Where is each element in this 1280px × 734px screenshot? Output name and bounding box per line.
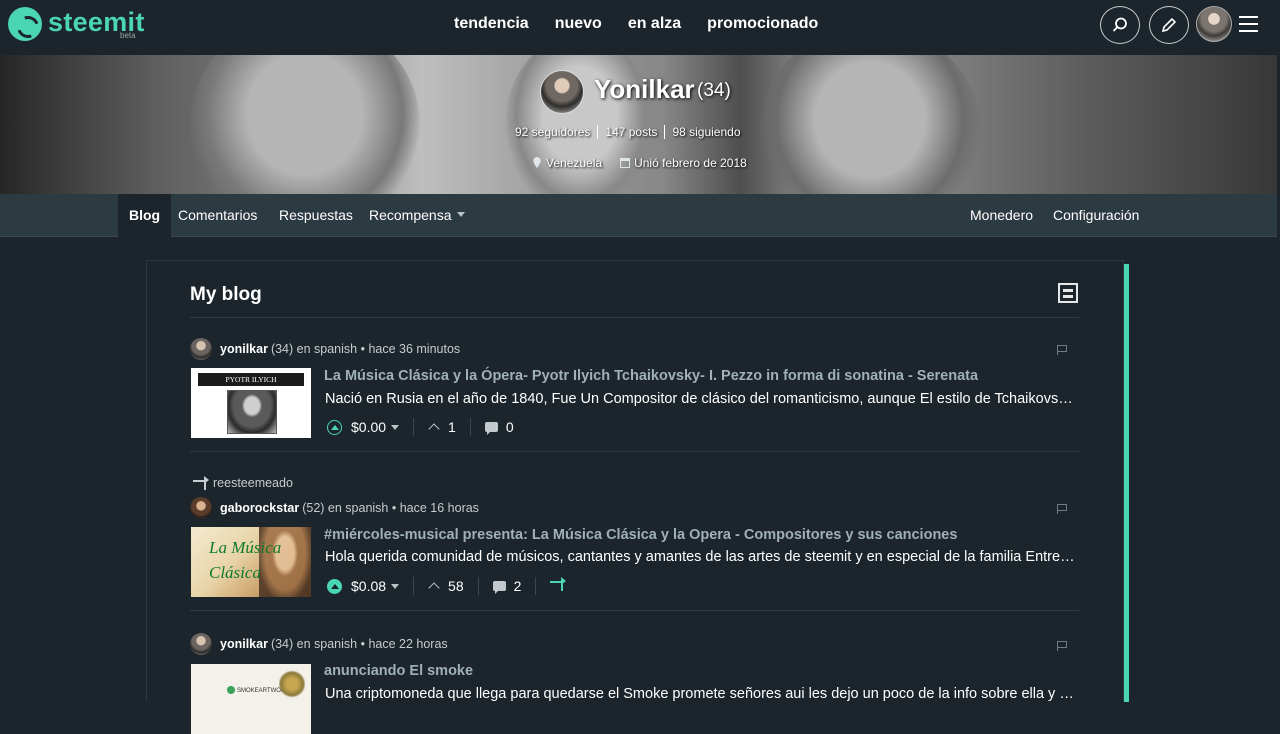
location-icon — [533, 157, 541, 168]
post-title[interactable]: #miércoles-musical presenta: La Música C… — [324, 527, 957, 543]
profile-subnav: Blog Comentarios Respuestas Recompensa M… — [0, 194, 1277, 237]
resteem-icon — [193, 475, 209, 490]
thumbnail-caption: La Música Clásica — [209, 538, 282, 582]
scrollbar[interactable] — [1124, 264, 1129, 702]
calendar-icon — [620, 158, 631, 168]
nav-new[interactable]: nuevo — [555, 15, 602, 33]
profile-cover: Yonilkar (34) 92 seguidores 147 posts 98… — [0, 55, 1277, 194]
comments-count[interactable]: 2 — [514, 578, 522, 594]
user-avatar[interactable] — [1196, 6, 1232, 42]
post-author[interactable]: yonilkar — [220, 342, 268, 356]
following-count[interactable]: 98 siguiendo — [665, 125, 747, 139]
post-meta[interactable]: en spanish • hace 36 minutos — [297, 342, 461, 356]
post-excerpt[interactable]: Nació en Rusia en el año de 1840, Fue Un… — [325, 391, 1075, 407]
beta-label: beta — [120, 31, 136, 40]
divider — [190, 451, 1079, 452]
tab-blog[interactable]: Blog — [118, 194, 172, 237]
flag-icon[interactable] — [1057, 641, 1067, 651]
upvote-button[interactable] — [327, 419, 342, 435]
post-thumbnail[interactable]: La Música Clásica — [191, 527, 311, 597]
votes-icon — [428, 423, 440, 435]
profile-joined: Unió febrero de 2018 — [634, 156, 747, 170]
votes-count[interactable]: 58 — [448, 578, 464, 594]
post-meta[interactable]: en spanish • hace 22 horas — [297, 637, 448, 651]
author-reputation: (34) — [270, 637, 294, 651]
profile-reputation: (34) — [697, 80, 731, 101]
layout-toggle-icon[interactable] — [1058, 283, 1078, 303]
divider — [190, 317, 1079, 318]
flag-icon[interactable] — [1057, 504, 1067, 514]
main-nav: tendencia nuevo en alza promocionado — [454, 15, 818, 33]
post-thumbnail[interactable]: SMOKEARTWORK — [191, 664, 311, 734]
page-title: My blog — [190, 284, 262, 305]
flag-icon[interactable] — [1057, 345, 1067, 355]
menu-icon[interactable] — [1239, 16, 1258, 37]
profile-location: Venezuela — [546, 156, 603, 170]
nav-trending[interactable]: tendencia — [454, 15, 529, 33]
nav-hot[interactable]: en alza — [628, 15, 681, 33]
post-title[interactable]: La Música Clásica y la Ópera- Pyotr Ilyi… — [324, 368, 978, 384]
resteem-icon[interactable] — [550, 577, 567, 591]
payout-value[interactable]: $0.00 — [351, 419, 386, 435]
post-thumbnail[interactable]: PYOTR ILYICH TCHAIKOVSKY — [191, 368, 311, 438]
tab-settings[interactable]: Configuración — [1053, 194, 1139, 237]
profile-stats: 92 seguidores 147 posts 98 siguiendo — [515, 125, 748, 139]
resteemed-label: reesteemeado — [213, 476, 293, 490]
votes-count[interactable]: 1 — [448, 419, 456, 435]
chevron-down-icon[interactable] — [391, 424, 400, 430]
post-author[interactable]: yonilkar — [220, 637, 268, 651]
author-reputation: (52) — [302, 501, 325, 515]
avatar[interactable] — [190, 497, 212, 519]
chevron-down-icon[interactable] — [391, 583, 400, 589]
nav-promoted[interactable]: promocionado — [707, 15, 818, 33]
resteemed-indicator: reesteemeado — [193, 475, 293, 490]
post-author[interactable]: gaborockstar — [220, 501, 299, 515]
payout-value[interactable]: $0.08 — [351, 578, 386, 594]
comments-count[interactable]: 0 — [506, 419, 514, 435]
write-post-button[interactable] — [1149, 6, 1189, 44]
post-excerpt[interactable]: Hola querida comunidad de músicos, canta… — [325, 549, 1075, 565]
tab-rewards[interactable]: Recompensa — [369, 194, 465, 237]
upvote-button[interactable] — [327, 578, 342, 594]
profile-meta: Venezuela Unió febrero de 2018 — [532, 156, 747, 170]
tab-wallet[interactable]: Monedero — [970, 194, 1033, 237]
avatar[interactable] — [190, 633, 212, 655]
chevron-down-icon — [456, 212, 465, 217]
tab-replies[interactable]: Respuestas — [279, 194, 353, 237]
profile-avatar[interactable] — [540, 70, 584, 114]
comment-icon — [492, 581, 506, 594]
author-reputation: (34) — [270, 342, 294, 356]
steemit-logo-icon — [8, 7, 42, 41]
votes-icon — [428, 582, 440, 594]
pencil-icon — [1161, 17, 1177, 33]
comment-icon — [484, 422, 498, 435]
divider — [190, 610, 1079, 611]
post-author-line: gaborockstar (52) en spanish • hace 16 h… — [190, 497, 479, 519]
post-author-line: yonilkar (34) en spanish • hace 36 minut… — [190, 338, 460, 360]
top-header: steemit beta tendencia nuevo en alza pro… — [0, 0, 1280, 55]
search-icon — [1112, 17, 1127, 32]
post-meta[interactable]: en spanish • hace 16 horas — [328, 501, 479, 515]
thumbnail-caption: PYOTR ILYICH TCHAIKOVSKY — [198, 373, 304, 397]
tab-comments[interactable]: Comentarios — [178, 194, 257, 237]
post-author-line: yonilkar (34) en spanish • hace 22 horas — [190, 633, 448, 655]
profile-name: Yonilkar — [594, 74, 695, 104]
post-footer: $0.08 58 2 — [327, 577, 567, 595]
post-excerpt[interactable]: Una criptomoneda que llega para quedarse… — [325, 686, 1075, 702]
post-footer: $0.00 1 0 — [327, 418, 514, 436]
avatar[interactable] — [190, 338, 212, 360]
tab-rewards-label: Recompensa — [369, 207, 452, 223]
followers-count[interactable]: 92 seguidores — [515, 125, 599, 139]
post-title[interactable]: anunciando El smoke — [324, 663, 473, 679]
search-button[interactable] — [1100, 6, 1140, 44]
posts-count: 147 posts — [598, 125, 666, 139]
